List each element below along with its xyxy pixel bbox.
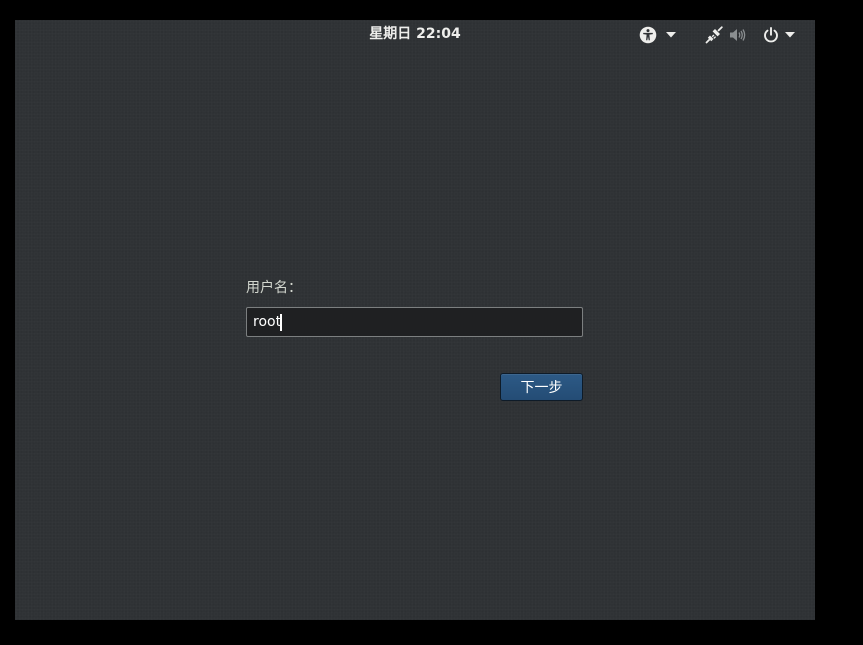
next-button[interactable]: 下一步 xyxy=(500,373,583,401)
clock[interactable]: 星期日 22:04 xyxy=(15,20,815,50)
chevron-down-icon[interactable] xyxy=(664,25,678,45)
clock-label[interactable]: 星期日 22:04 xyxy=(369,26,460,42)
accessibility-menu[interactable] xyxy=(638,25,678,45)
login-dialog: 用户名： 下一步 xyxy=(246,278,583,401)
accessibility-icon[interactable] xyxy=(638,25,658,45)
username-field[interactable] xyxy=(246,307,583,337)
username-label: 用户名： xyxy=(246,280,302,296)
system-menu[interactable] xyxy=(704,25,797,45)
login-screen: 星期日 22:04 用户名： root 下一步 xyxy=(15,20,815,620)
username-input[interactable] xyxy=(247,308,582,336)
volume-icon[interactable] xyxy=(727,25,747,45)
text-caret xyxy=(280,314,282,331)
chevron-down-icon[interactable] xyxy=(783,25,797,45)
network-wired-icon[interactable] xyxy=(704,25,724,45)
power-icon[interactable] xyxy=(761,25,781,45)
top-bar: 星期日 22:04 xyxy=(15,20,815,50)
